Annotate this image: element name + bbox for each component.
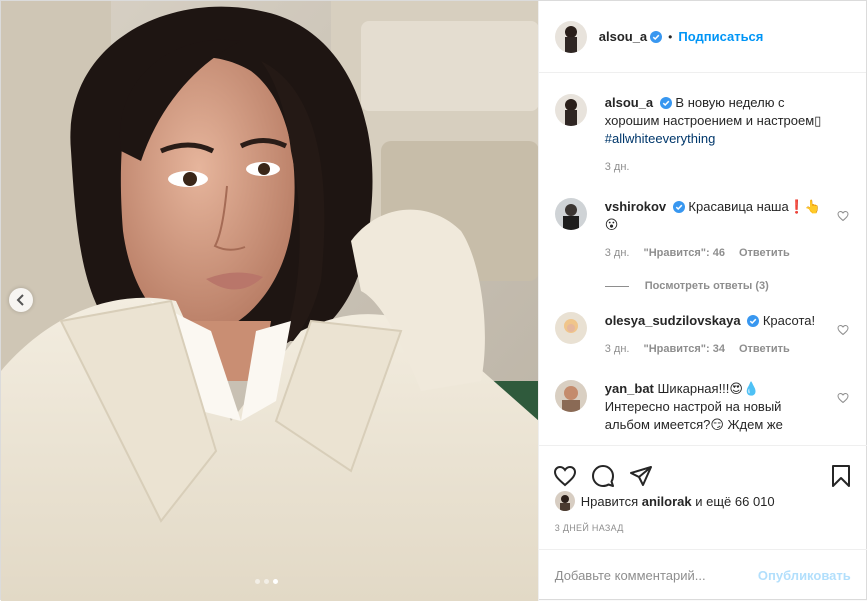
post-photo (1, 1, 538, 601)
likes-count[interactable]: и ещё 66 010 (695, 494, 774, 509)
chevron-left-icon (16, 294, 24, 306)
view-replies-button[interactable]: Посмотреть ответы (3) (604, 280, 851, 292)
share-button[interactable] (629, 464, 653, 488)
liker-username[interactable]: anilorak (642, 494, 692, 509)
hashtag-link[interactable]: #allwhiteeverything (605, 131, 716, 146)
comment-likes[interactable]: "Нравится": 46 (643, 244, 724, 262)
carousel-dots (255, 579, 278, 584)
comment-like-heart-icon[interactable] (837, 324, 849, 336)
comment-like-heart-icon[interactable] (837, 210, 849, 222)
carousel-dot (255, 579, 260, 584)
liker-avatar[interactable] (554, 491, 575, 511)
author-avatar[interactable] (554, 20, 587, 53)
comment-username[interactable]: alsou_a (605, 95, 653, 110)
comment-like-heart-icon[interactable] (837, 392, 849, 404)
reply-button[interactable]: Ответить (739, 244, 790, 262)
comment-time[interactable]: 3 дн. (605, 244, 630, 262)
comment-username[interactable]: yan_bat (605, 381, 654, 396)
follow-button[interactable]: Подписаться (678, 29, 763, 44)
comment-text-line2: 😮 (604, 217, 619, 232)
author-username[interactable]: alsou_a (599, 29, 647, 44)
view-replies-label: Посмотреть ответы (3) (644, 280, 769, 292)
post-timestamp[interactable]: 3 дней назад (555, 523, 624, 533)
heart-icon (553, 465, 576, 486)
comment-username[interactable]: vshirokov (605, 199, 666, 214)
likes-summary: Нравится anilorak и ещё 66 010 (554, 491, 775, 511)
carousel-dot (264, 579, 269, 584)
comment-item: olesya_sudzilovskaya Красота! 3 дн. "Нра… (554, 312, 851, 358)
reply-button[interactable]: Ответить (739, 340, 790, 358)
comment-glyph: ▯ (814, 113, 822, 128)
bookmark-icon (831, 464, 850, 487)
verified-badge-icon (650, 30, 663, 43)
comment-input[interactable]: Добавьте комментарий... (555, 568, 758, 583)
instagram-post: alsou_a • Подписаться alsou_a В новую не… (0, 0, 867, 601)
action-bar (538, 445, 867, 493)
comments-list[interactable]: alsou_a В новую неделю с хорошим настрое… (539, 74, 867, 444)
add-comment-bar: Добавьте комментарий... Опубликовать (538, 549, 867, 601)
post-header: alsou_a • Подписаться (538, 1, 866, 73)
carousel-prev-button[interactable] (9, 288, 33, 312)
save-button[interactable] (829, 464, 853, 488)
comment-time[interactable]: 3 дн. (605, 340, 630, 358)
verified-badge-icon (659, 97, 672, 109)
post-side-panel: alsou_a • Подписаться alsou_a В новую не… (537, 1, 867, 601)
comment-username[interactable]: olesya_sudzilovskaya (605, 313, 741, 328)
likes-prefix: Нравится (580, 493, 639, 509)
avatar[interactable] (554, 380, 587, 412)
comment-button[interactable] (591, 464, 615, 488)
avatar[interactable] (554, 312, 587, 344)
share-icon (629, 465, 652, 486)
caption: alsou_a В новую неделю с хорошим настрое… (554, 94, 851, 176)
comment-item: yan_bat Шикарная!!!😍💧 Интересно настрой … (554, 380, 851, 434)
comment-text: Красота! (762, 313, 816, 328)
comment-text-line2: Интересно настрой на новый (604, 399, 782, 414)
avatar[interactable] (554, 94, 587, 126)
comment-likes[interactable]: "Нравится": 34 (643, 340, 724, 358)
comment-text-line3: альбом имеется?😏 Ждем же (604, 417, 783, 432)
avatar[interactable] (554, 198, 587, 230)
comment-text: Шикарная!!!😍💧 (657, 381, 760, 396)
comment-text: Красавица наша❗👆 (688, 199, 822, 214)
verified-badge-icon (672, 201, 685, 213)
post-media[interactable] (1, 1, 538, 601)
replies-divider (604, 285, 629, 287)
comment-time[interactable]: 3 дн. (605, 158, 630, 176)
comment-icon (591, 464, 614, 487)
comment-item: vshirokov Красавица наша❗👆 😮 3 дн. "Нрав… (554, 198, 851, 262)
like-button[interactable] (553, 464, 577, 488)
publish-button[interactable]: Опубликовать (758, 568, 851, 583)
verified-badge-icon (747, 315, 760, 327)
carousel-dot-active (273, 579, 278, 584)
header-separator: • (668, 29, 673, 44)
